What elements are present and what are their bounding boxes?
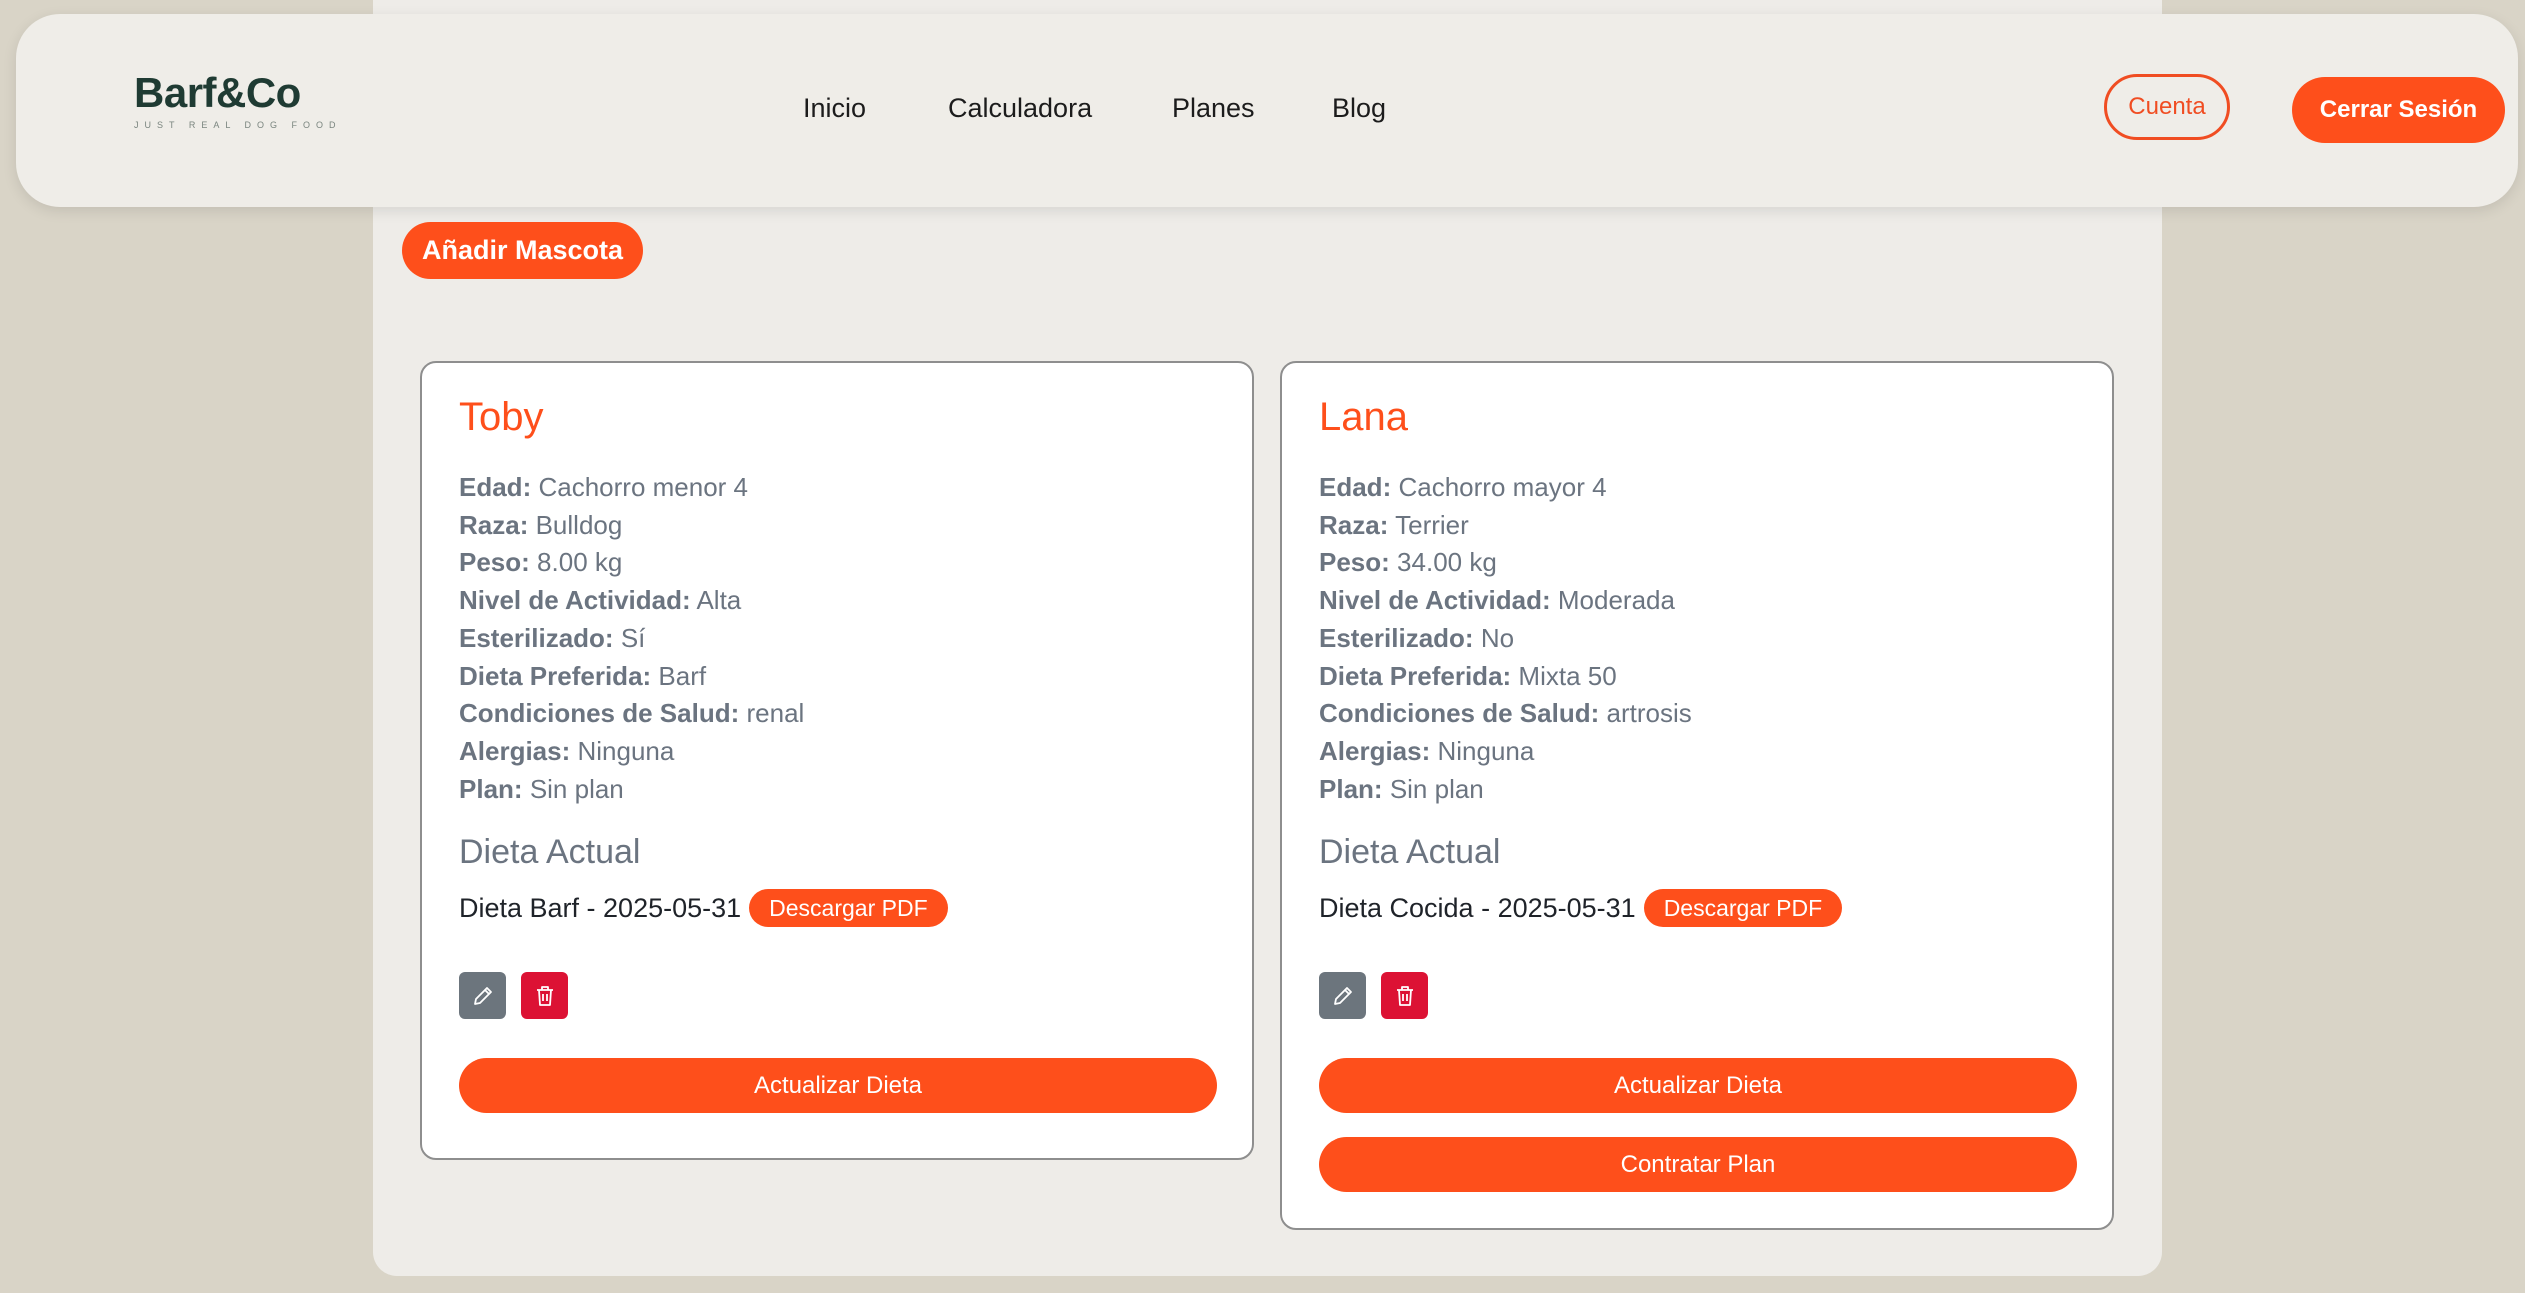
account-button[interactable]: Cuenta xyxy=(2104,74,2230,140)
pet-details: Edad: Cachorro mayor 4 Raza: Terrier Pes… xyxy=(1319,469,1692,808)
update-diet-button[interactable]: Actualizar Dieta xyxy=(459,1058,1217,1113)
field-plan: Plan: Sin plan xyxy=(459,773,624,804)
field-health: Condiciones de Salud: artrosis xyxy=(1319,698,1692,729)
nav-link-planes[interactable]: Planes xyxy=(1172,93,1255,124)
field-preferred-diet: Dieta Preferida: Barf xyxy=(459,660,707,691)
pencil-icon xyxy=(1333,986,1352,1005)
trash-icon xyxy=(1396,985,1413,1006)
pet-card: Toby Edad: Cachorro menor 4 Raza: Bulldo… xyxy=(420,361,1254,1160)
nav-link-blog[interactable]: Blog xyxy=(1332,93,1386,124)
nav-link-inicio[interactable]: Inicio xyxy=(803,93,866,124)
field-weight: Peso: 8.00 kg xyxy=(459,547,623,578)
pet-name: Lana xyxy=(1319,395,1408,439)
field-preferred-diet: Dieta Preferida: Mixta 50 xyxy=(1319,660,1617,691)
field-allergies: Alergias: Ninguna xyxy=(1319,735,1535,766)
current-diet-heading: Dieta Actual xyxy=(459,833,641,871)
add-pet-button[interactable]: Añadir Mascota xyxy=(402,222,643,279)
field-age: Edad: Cachorro mayor 4 xyxy=(1319,472,1607,502)
field-breed: Raza: Bulldog xyxy=(459,509,623,540)
navbar: Barf&Co JUST REAL DOG FOOD Inicio Calcul… xyxy=(16,14,2518,207)
logo-name: Barf&Co xyxy=(134,69,301,116)
logout-button[interactable]: Cerrar Sesión xyxy=(2292,77,2505,143)
download-pdf-button[interactable]: Descargar PDF xyxy=(749,889,948,927)
update-diet-button[interactable]: Actualizar Dieta xyxy=(1319,1058,2077,1113)
pet-card: Lana Edad: Cachorro mayor 4 Raza: Terrie… xyxy=(1280,361,2114,1230)
logo-tagline: JUST REAL DOG FOOD xyxy=(134,120,342,130)
field-weight: Peso: 34.00 kg xyxy=(1319,547,1497,578)
pet-details: Edad: Cachorro menor 4 Raza: Bulldog Pes… xyxy=(459,469,804,808)
edit-pet-button[interactable] xyxy=(1319,972,1366,1019)
delete-pet-button[interactable] xyxy=(1381,972,1428,1019)
field-sterilized: Esterilizado: Sí xyxy=(459,622,646,653)
field-plan: Plan: Sin plan xyxy=(1319,773,1484,804)
current-diet-heading: Dieta Actual xyxy=(1319,833,1501,871)
download-pdf-button[interactable]: Descargar PDF xyxy=(1643,889,1843,927)
field-allergies: Alergias: Ninguna xyxy=(459,735,675,766)
current-diet: Dieta Barf - 2025-05-31 Descargar PDF xyxy=(459,889,948,927)
trash-icon xyxy=(536,985,553,1006)
field-activity: Nivel de Actividad: Moderada xyxy=(1319,585,1675,616)
edit-pet-button[interactable] xyxy=(459,972,506,1019)
pet-name: Toby xyxy=(459,395,544,439)
current-diet: Dieta Cocida - 2025-05-31 Descargar PDF xyxy=(1319,889,1843,927)
pencil-icon xyxy=(473,986,492,1005)
delete-pet-button[interactable] xyxy=(521,972,568,1019)
hire-plan-button[interactable]: Contratar Plan xyxy=(1319,1137,2077,1192)
field-health: Condiciones de Salud: renal xyxy=(459,698,805,729)
field-sterilized: Esterilizado: No xyxy=(1319,622,1515,653)
current-diet-text: Dieta Barf - 2025-05-31 xyxy=(459,892,742,923)
nav-link-calculadora[interactable]: Calculadora xyxy=(948,93,1092,124)
field-activity: Nivel de Actividad: Alta xyxy=(459,585,742,616)
current-diet-text: Dieta Cocida - 2025-05-31 xyxy=(1319,892,1636,923)
logo[interactable]: Barf&Co JUST REAL DOG FOOD xyxy=(134,69,342,131)
field-age: Edad: Cachorro menor 4 xyxy=(459,472,749,502)
field-breed: Raza: Terrier xyxy=(1319,509,1469,540)
